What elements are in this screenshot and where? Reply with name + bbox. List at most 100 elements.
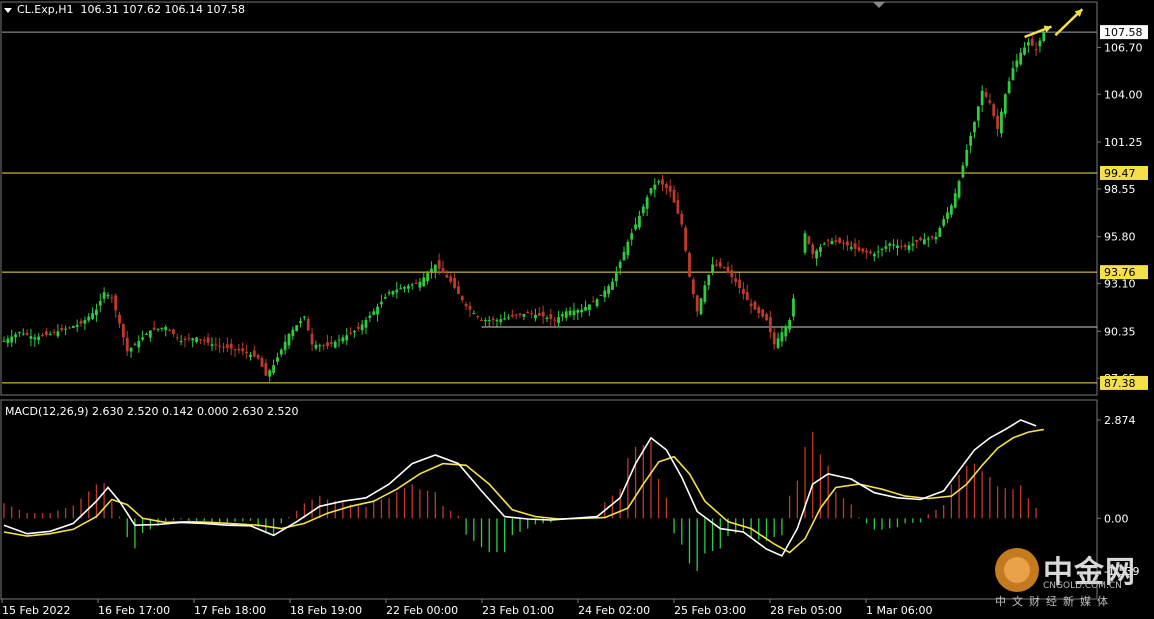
- candle-body: [44, 331, 48, 335]
- candle-body: [48, 333, 52, 335]
- candle-body: [476, 316, 480, 318]
- candle-body: [872, 254, 876, 257]
- candle-body: [988, 100, 992, 103]
- candle-body: [395, 289, 399, 293]
- candle-body: [349, 332, 352, 334]
- candle-body: [957, 181, 961, 198]
- candle-body: [772, 332, 776, 345]
- y-tick-label: 101.25: [1104, 136, 1143, 149]
- candle-body: [711, 264, 714, 272]
- candle-body: [896, 245, 899, 249]
- candle-body: [237, 349, 241, 351]
- candle-body: [745, 292, 749, 301]
- candle-body: [938, 228, 942, 237]
- candle-body: [245, 351, 249, 354]
- macd-histogram: [3, 431, 1037, 571]
- candle-body: [79, 320, 83, 324]
- candle-body: [641, 206, 645, 214]
- candle-body: [218, 345, 222, 347]
- scroll-marker-icon[interactable]: [873, 2, 885, 8]
- candle-body: [418, 281, 422, 288]
- candle-body: [252, 350, 256, 357]
- candle-body: [557, 317, 560, 323]
- candle-body: [815, 250, 818, 259]
- y-tick-label: 93.10: [1104, 278, 1136, 291]
- candle-body: [1015, 60, 1019, 68]
- candle-body: [206, 337, 210, 343]
- candle-body: [499, 319, 503, 323]
- chart-menu-arrow-icon[interactable]: [4, 8, 12, 13]
- candle-body: [175, 337, 179, 339]
- candle-body: [768, 317, 772, 333]
- candle-body: [718, 262, 722, 267]
- candle-body: [310, 333, 314, 345]
- candle-body: [876, 251, 880, 253]
- candle-body: [545, 317, 549, 319]
- candle-body: [607, 286, 611, 294]
- candle-body: [441, 268, 445, 274]
- candle-body: [91, 313, 94, 319]
- candle-body: [1034, 49, 1038, 51]
- candle-body: [661, 179, 664, 185]
- candle-body: [699, 298, 703, 315]
- candle-body: [649, 188, 653, 194]
- candle-body: [503, 318, 507, 320]
- candle-body: [591, 301, 595, 303]
- candle-body: [222, 346, 225, 348]
- candle-body: [410, 284, 414, 286]
- candle-body: [60, 328, 64, 331]
- candle-body: [172, 329, 175, 334]
- candle-body: [572, 310, 576, 316]
- candle-body: [264, 362, 268, 376]
- chart-canvas[interactable]: 106.70 104.00 101.25 98.55 95.80 93.10 90.35 87…: [0, 0, 1154, 619]
- candle-body: [98, 300, 102, 306]
- candle-body: [1003, 94, 1007, 114]
- time-axis: 15 Feb 2022 16 Feb 17:00 17 Feb 18:00 18 Fe…: [1, 599, 932, 617]
- candle-body: [845, 241, 849, 246]
- candle-body: [919, 237, 922, 241]
- candle-body: [561, 314, 564, 317]
- signal-line: [3, 428, 1044, 554]
- horizontal-levels[interactable]: [2, 31, 1097, 384]
- ohlc-values: 106.31 107.62 106.14 107.58: [80, 3, 245, 16]
- candle-body: [526, 312, 530, 314]
- candle-body: [838, 238, 842, 243]
- candle-body: [299, 320, 302, 324]
- candle-body: [260, 358, 264, 367]
- candle-body: [996, 115, 999, 130]
- candle-body: [1042, 32, 1046, 41]
- candle-body: [353, 330, 356, 333]
- candle-body: [1011, 68, 1015, 81]
- candle-body: [946, 212, 949, 219]
- candle-body: [695, 295, 699, 312]
- candle-body: [738, 279, 741, 288]
- candle-body: [1026, 42, 1030, 46]
- candle-body: [753, 301, 757, 310]
- candle-body: [491, 318, 495, 321]
- candle-body: [776, 338, 780, 348]
- candle-body: [291, 329, 295, 337]
- candle-body: [87, 316, 91, 321]
- candle-body: [279, 349, 283, 355]
- candle-body: [460, 296, 464, 301]
- candle-body: [191, 338, 195, 341]
- candle-body: [857, 247, 861, 251]
- candle-body: [445, 274, 449, 278]
- candle-body: [534, 314, 537, 319]
- candle-body: [765, 313, 768, 321]
- candle-body: [715, 264, 718, 266]
- x-tick-label: 15 Feb 2022: [2, 604, 70, 617]
- candle-body: [680, 213, 684, 225]
- candle-body: [984, 92, 988, 97]
- candle-body: [792, 298, 795, 317]
- candle-body: [356, 326, 360, 329]
- candle-body: [761, 309, 765, 317]
- candle-body: [865, 250, 869, 253]
- y-tick-label: 90.35: [1104, 325, 1136, 338]
- candle-body: [468, 305, 472, 310]
- candle-body: [406, 285, 410, 289]
- candle-body: [530, 313, 533, 315]
- symbol-header: CL.Exp,H1 106.31 107.62 106.14 107.58: [17, 3, 245, 16]
- candle-body: [522, 313, 526, 317]
- candle-body: [842, 242, 845, 244]
